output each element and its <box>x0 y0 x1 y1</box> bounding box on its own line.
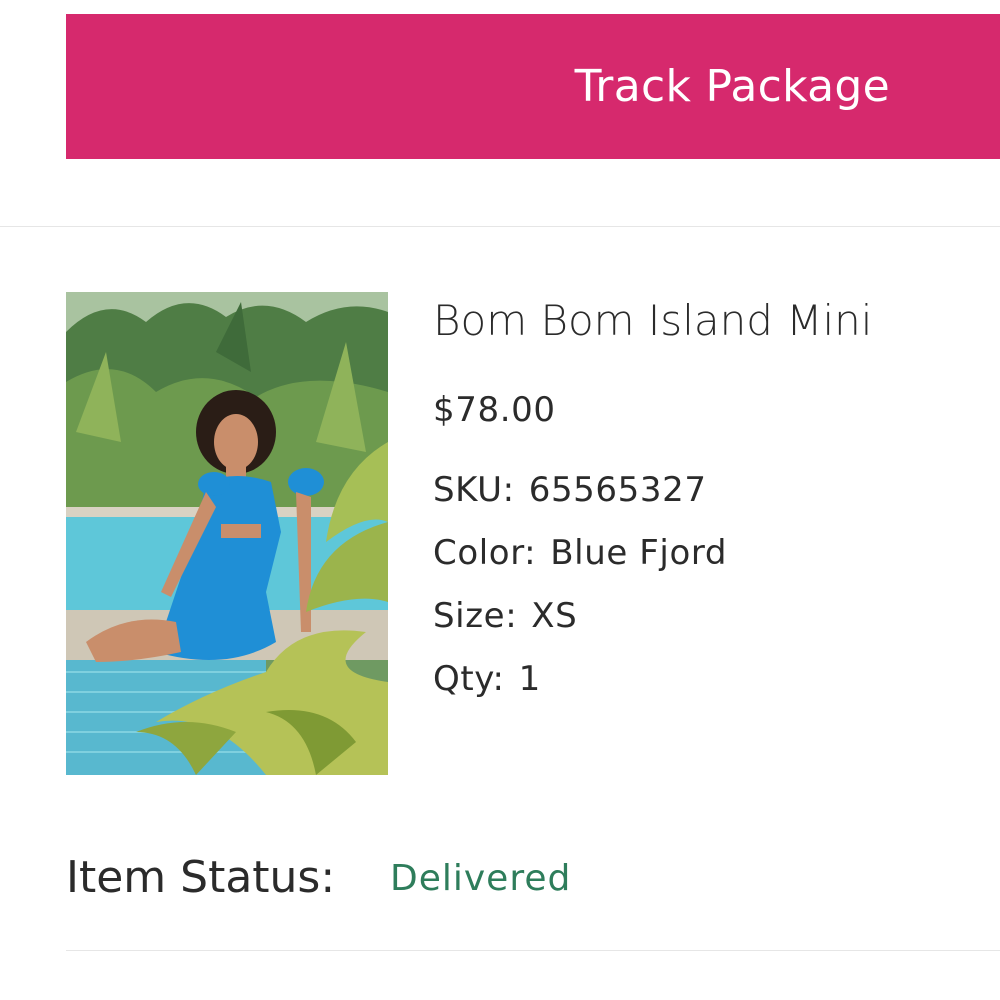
qty-label: Qty: <box>433 659 505 699</box>
item-qty: Qty: 1 <box>433 659 541 699</box>
item-size: Size: XS <box>433 596 577 636</box>
item-title[interactable]: Bom Bom Island Mini <box>433 296 872 345</box>
section-divider-top <box>0 226 1000 227</box>
size-value: XS <box>531 596 578 636</box>
item-price: $78.00 <box>433 390 556 430</box>
item-status-value: Delivered <box>390 858 572 899</box>
track-package-button[interactable]: Track Package <box>66 14 1000 159</box>
qty-value: 1 <box>518 659 541 699</box>
size-label: Size: <box>433 596 518 636</box>
track-package-label: Track Package <box>574 61 890 112</box>
product-image[interactable] <box>66 292 388 775</box>
sku-value: 65565327 <box>528 470 707 510</box>
color-value: Blue Fjord <box>550 533 728 573</box>
color-label: Color: <box>433 533 537 573</box>
item-status-label: Item Status: <box>66 852 336 903</box>
item-sku: SKU: 65565327 <box>433 470 707 510</box>
sku-label: SKU: <box>433 470 515 510</box>
section-divider-bottom <box>66 950 1000 951</box>
item-color: Color: Blue Fjord <box>433 533 727 573</box>
